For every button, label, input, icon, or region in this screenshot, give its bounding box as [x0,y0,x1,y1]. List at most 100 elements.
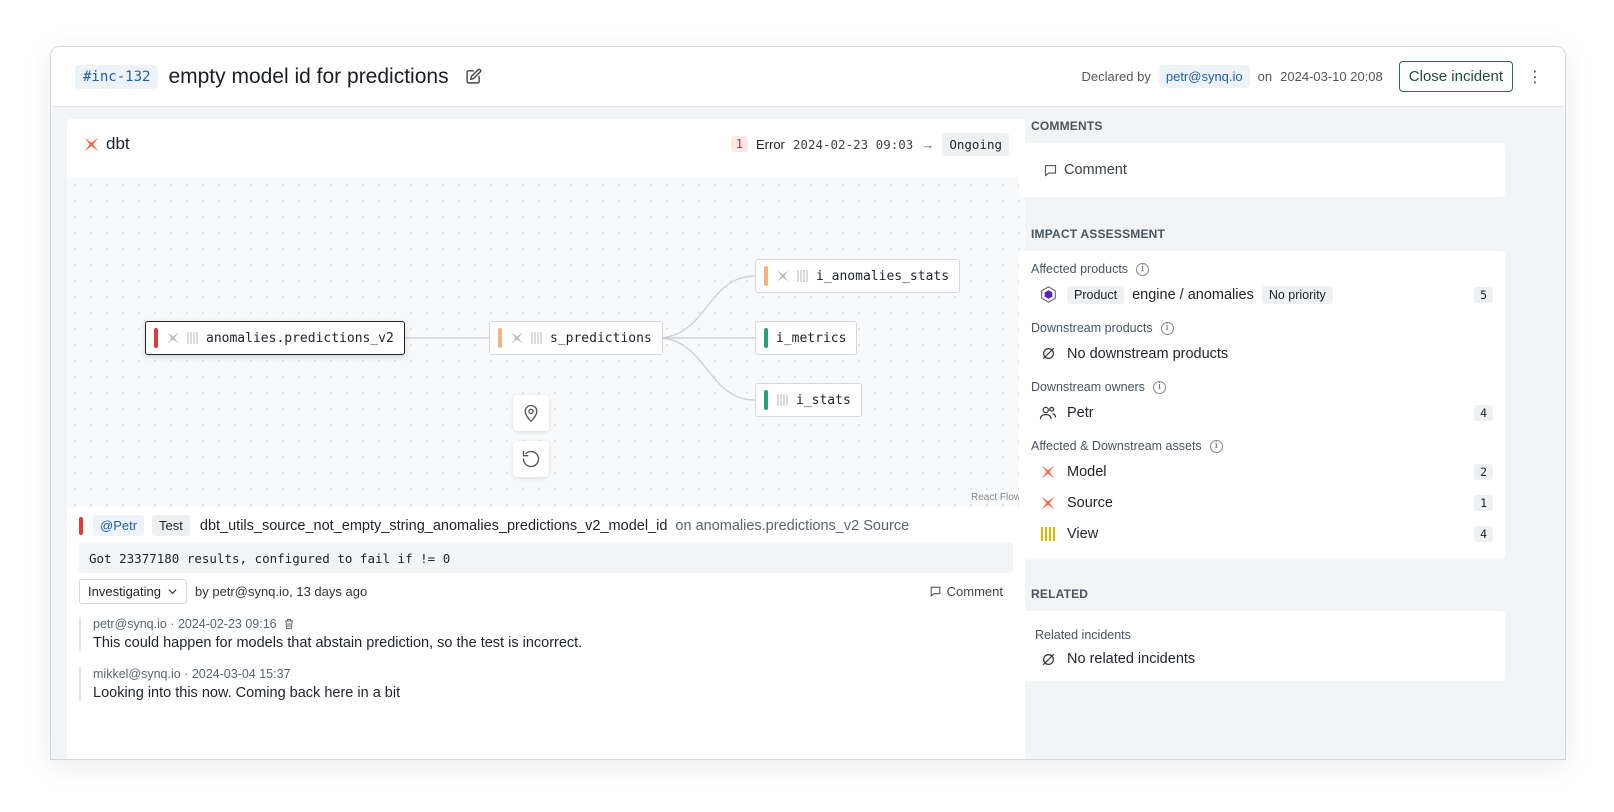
product-hexagon-icon [1039,286,1057,303]
info-icon[interactable]: i [1136,262,1150,276]
node-label: i_stats [796,392,851,408]
error-time: 2024-02-23 09:03 [792,136,914,152]
declared-by-label: Declared by [1081,69,1151,84]
related-incidents-row: No related incidents [1035,645,1489,673]
error-summary: 1 Error 2024-02-23 09:03 → Ongoing [730,132,1009,156]
status-value: Investigating [88,584,161,599]
graph-node-anomalies-predictions-v2[interactable]: anomalies.predictions_v2 [145,321,405,355]
table-icon [796,269,810,283]
graph-node-s-predictions[interactable]: s_predictions [489,321,663,355]
investigation-status-row: Investigating by petr@synq.io, 13 days a… [79,579,1013,604]
test-result-text: Got 23377180 results, configured to fail… [89,550,451,566]
table-icon [530,331,544,345]
comment-author-time: mikkel@synq.io · 2024-03-04 15:37 [93,667,291,681]
more-menu-icon[interactable]: ⋮ [1527,67,1543,87]
downstream-owners-label-text: Downstream owners [1031,380,1145,394]
fit-view-button[interactable] [513,395,549,431]
owner-row[interactable]: Petr 4 [1031,397,1493,428]
comment-text: Looking into this now. Coming back here … [93,685,401,701]
info-icon[interactable]: i [1209,439,1223,453]
related-incidents-label: Related incidents [1035,628,1131,642]
asset-count: 4 [1474,525,1493,542]
declared-info: Declared by petr@synq.io on 2024-03-10 2… [1081,61,1543,92]
asset-row-view[interactable]: View 4 [1031,518,1493,549]
reset-view-button[interactable] [513,441,549,477]
comment-input[interactable]: Comment [1019,143,1505,197]
arrow-right-icon: → [921,136,935,152]
incident-id[interactable]: #inc-132 [75,64,159,89]
no-related-incidents: No related incidents [1067,651,1196,667]
dbt-icon [166,331,180,345]
comment-item: mikkel@synq.io · 2024-03-04 15:37 Lookin… [79,667,1013,701]
empty-set-icon [1039,652,1057,667]
status-badge: Ongoing [942,132,1009,156]
edit-icon[interactable] [465,68,483,86]
close-incident-button[interactable]: Close incident [1398,61,1513,92]
test-result: Got 23377180 results, configured to fail… [79,543,1013,573]
product-count: 5 [1474,286,1493,303]
product-name: engine / anomalies [1132,286,1254,303]
downstream-products-label: Downstream products i [1031,318,1493,338]
comments-section-title: COMMENTS [1031,119,1103,133]
dbt-icon [510,331,524,345]
test-name[interactable]: dbt_utils_source_not_empty_string_anomal… [200,518,668,534]
owner-chip[interactable]: @Petr [93,515,145,536]
node-status-bar [764,328,768,348]
node-label: s_predictions [550,330,652,346]
node-status-bar [764,266,768,286]
comment-author-time: petr@synq.io · 2024-02-23 09:16 [93,617,277,631]
dbt-logo-icon [83,136,100,153]
react-flow-attribution[interactable]: React Flow [971,492,1021,503]
asset-row-source[interactable]: Source 1 [1031,487,1493,518]
owner-name: Petr [1067,404,1094,421]
users-icon [1039,405,1057,421]
asset-count: 1 [1474,494,1493,511]
related-panel: Related incidents No related incidents [1019,611,1505,681]
dbt-icon [1039,464,1057,480]
error-label: Error [756,136,785,152]
incident-sidebar: COMMENTS Comment IMPACT ASSESSMENT Affec… [1019,119,1505,681]
status-dropdown[interactable]: Investigating [79,579,187,604]
node-label: anomalies.predictions_v2 [206,330,394,346]
test-target[interactable]: on anomalies.predictions_v2 Source [675,518,909,534]
location-pin-icon [521,403,541,423]
impact-section-title: IMPACT ASSESSMENT [1031,227,1166,241]
asset-row-model[interactable]: Model 2 [1031,456,1493,487]
comment-meta: mikkel@synq.io · 2024-03-04 15:37 [93,667,1013,681]
info-icon[interactable]: i [1152,380,1166,394]
add-comment-button[interactable]: Comment [929,584,1003,599]
page-title: empty model id for predictions [168,64,449,88]
source-title: dbt [106,134,130,153]
no-downstream-products: No downstream products [1067,345,1229,362]
test-status-bar [79,516,83,535]
downstream-products-row: No downstream products [1031,338,1493,369]
test-summary-row: @Petr Test dbt_utils_source_not_empty_st… [79,515,1013,536]
node-status-bar [498,328,502,348]
asset-name: Source [1067,494,1113,511]
affected-products-label-text: Affected products [1031,262,1129,276]
incident-header: #inc-132 empty model id for predictions … [51,47,1565,107]
comment-item: petr@synq.io · 2024-02-23 09:16 This cou… [79,617,1013,651]
node-label: i_metrics [776,330,847,346]
chevron-down-icon [167,586,178,597]
node-status-bar [764,390,768,410]
declared-by-user[interactable]: petr@synq.io [1158,65,1250,88]
downstream-owners-label: Downstream owners i [1031,377,1493,397]
graph-node-i-stats[interactable]: i_stats [755,383,862,417]
trash-icon[interactable] [283,618,295,630]
assets-label-text: Affected & Downstream assets [1031,439,1202,453]
on-label: on [1257,69,1273,84]
incident-detail-card: dbt 1 Error 2024-02-23 09:03 → Ongoing a… [67,119,1025,759]
comment-text: This could happen for models that abstai… [93,635,583,651]
dbt-icon [1039,495,1057,511]
comment-button-label: Comment [946,584,1003,599]
owner-count: 4 [1474,404,1493,421]
graph-node-i-metrics[interactable]: i_metrics [755,321,858,355]
lineage-graph[interactable]: anomalies.predictions_v2 s_predictions i… [67,177,1025,507]
table-icon [186,331,200,345]
product-row[interactable]: Product engine / anomalies No priority 5 [1031,279,1493,310]
info-icon[interactable]: i [1160,321,1174,335]
dbt-icon [776,269,790,283]
graph-node-i-anomalies-stats[interactable]: i_anomalies_stats [755,259,961,293]
source-card-header: dbt 1 Error 2024-02-23 09:03 → Ongoing [67,119,1025,169]
